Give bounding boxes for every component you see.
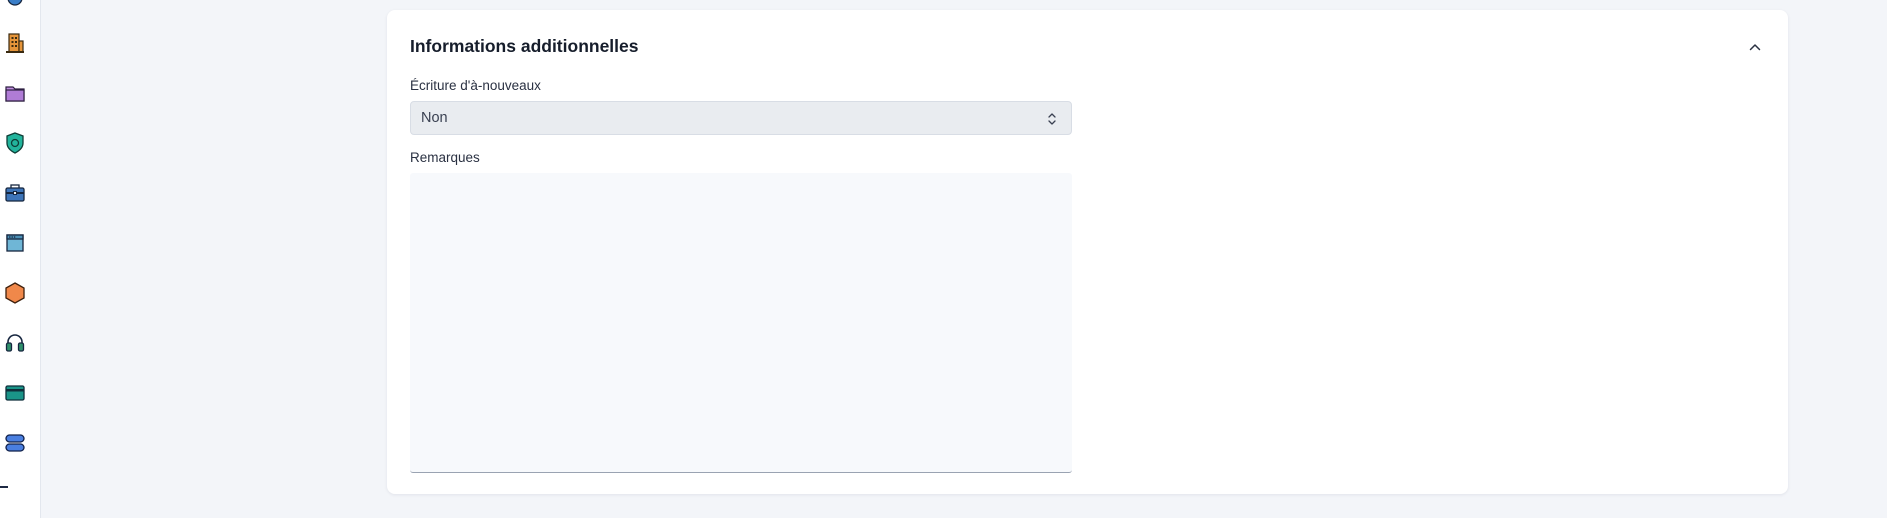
remarks-textarea[interactable] (410, 173, 1072, 473)
headset-icon[interactable] (3, 331, 27, 355)
card-icon[interactable] (3, 381, 27, 405)
additional-info-card: Informations additionnelles Écriture d'à… (387, 10, 1788, 494)
opening-entry-label: Écriture d'à-nouveaux (410, 78, 541, 93)
briefcase-icon[interactable] (3, 181, 27, 205)
circle-icon[interactable] (3, 0, 27, 10)
chevron-updown-icon (1048, 113, 1056, 125)
database-icon[interactable] (3, 431, 27, 455)
opening-entry-select[interactable]: Non (410, 101, 1072, 135)
window-icon[interactable] (3, 231, 27, 255)
sidebar (0, 0, 41, 518)
shield-icon[interactable] (3, 131, 27, 155)
opening-entry-value: Non (421, 110, 448, 126)
folder-icon[interactable] (3, 81, 27, 105)
chevron-up-icon (1749, 44, 1761, 51)
sidebar-divider (0, 486, 8, 488)
section-title: Informations additionnelles (410, 36, 639, 56)
collapse-button[interactable] (1744, 36, 1766, 58)
remarks-label: Remarques (410, 150, 480, 165)
building-icon[interactable] (3, 31, 27, 55)
hexagon-icon[interactable] (3, 281, 27, 305)
